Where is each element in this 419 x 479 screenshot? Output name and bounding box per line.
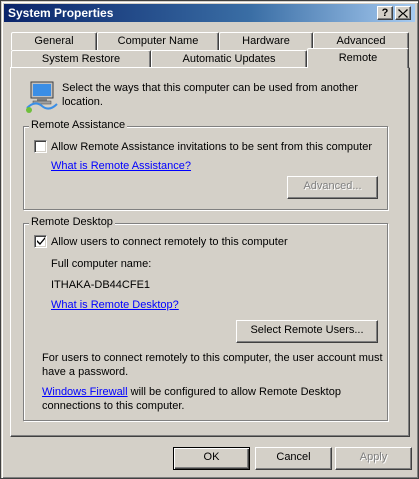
window-title: System Properties — [8, 6, 114, 20]
advanced-button[interactable]: Advanced... — [287, 176, 378, 199]
tab-system-restore[interactable]: System Restore — [11, 50, 151, 68]
remote-computer-icon — [26, 81, 58, 113]
remote-assistance-checkbox[interactable] — [34, 140, 47, 153]
remote-assistance-checkbox-label[interactable]: Allow Remote Assistance invitations to b… — [51, 140, 372, 154]
password-note-line2: have a password. — [42, 366, 129, 378]
remote-assistance-legend: Remote Assistance — [29, 119, 128, 131]
intro-text-line1: Select the ways that this computer can b… — [62, 82, 358, 94]
what-is-remote-desktop-link[interactable]: What is Remote Desktop? — [51, 298, 179, 312]
remote-desktop-checkbox-label[interactable]: Allow users to connect remotely to this … — [51, 235, 288, 249]
title-bar[interactable]: System Properties ? — [4, 4, 415, 22]
what-is-remote-assistance-link[interactable]: What is Remote Assistance? — [51, 159, 191, 173]
intro-text-line2: location. — [62, 96, 103, 108]
help-button[interactable]: ? — [377, 6, 393, 20]
remote-tab-panel: Select the ways that this computer can b… — [10, 67, 410, 437]
windows-firewall-link[interactable]: Windows Firewall — [42, 386, 128, 398]
firewall-note-text: will be configured to allow Remote Deskt… — [127, 386, 341, 398]
system-properties-window: System Properties ? General Computer Nam… — [0, 0, 419, 479]
tab-remote[interactable]: Remote — [307, 48, 409, 68]
tab-hardware[interactable]: Hardware — [219, 32, 313, 50]
computer-name-value: ITHAKA-DB44CFE1 — [51, 279, 151, 291]
remote-desktop-checkbox[interactable] — [34, 235, 47, 248]
firewall-note-line1: Windows Firewall will be configured to a… — [42, 385, 341, 399]
password-note-line1: For users to connect remotely to this co… — [42, 352, 383, 364]
remote-desktop-legend: Remote Desktop — [29, 216, 115, 228]
tab-general[interactable]: General — [11, 32, 97, 50]
apply-button[interactable]: Apply — [335, 447, 412, 470]
tab-computer-name[interactable]: Computer Name — [97, 32, 219, 50]
full-computer-name-label: Full computer name: — [51, 258, 152, 270]
tab-automatic-updates[interactable]: Automatic Updates — [151, 50, 307, 68]
cancel-button[interactable]: Cancel — [255, 447, 332, 470]
close-button[interactable] — [395, 6, 411, 20]
select-remote-users-button[interactable]: Select Remote Users... — [236, 320, 378, 343]
close-icon — [398, 9, 408, 18]
checkmark-icon — [37, 237, 45, 245]
firewall-note-line2: connections to this computer. — [42, 400, 185, 412]
ok-button[interactable]: OK — [173, 447, 250, 470]
